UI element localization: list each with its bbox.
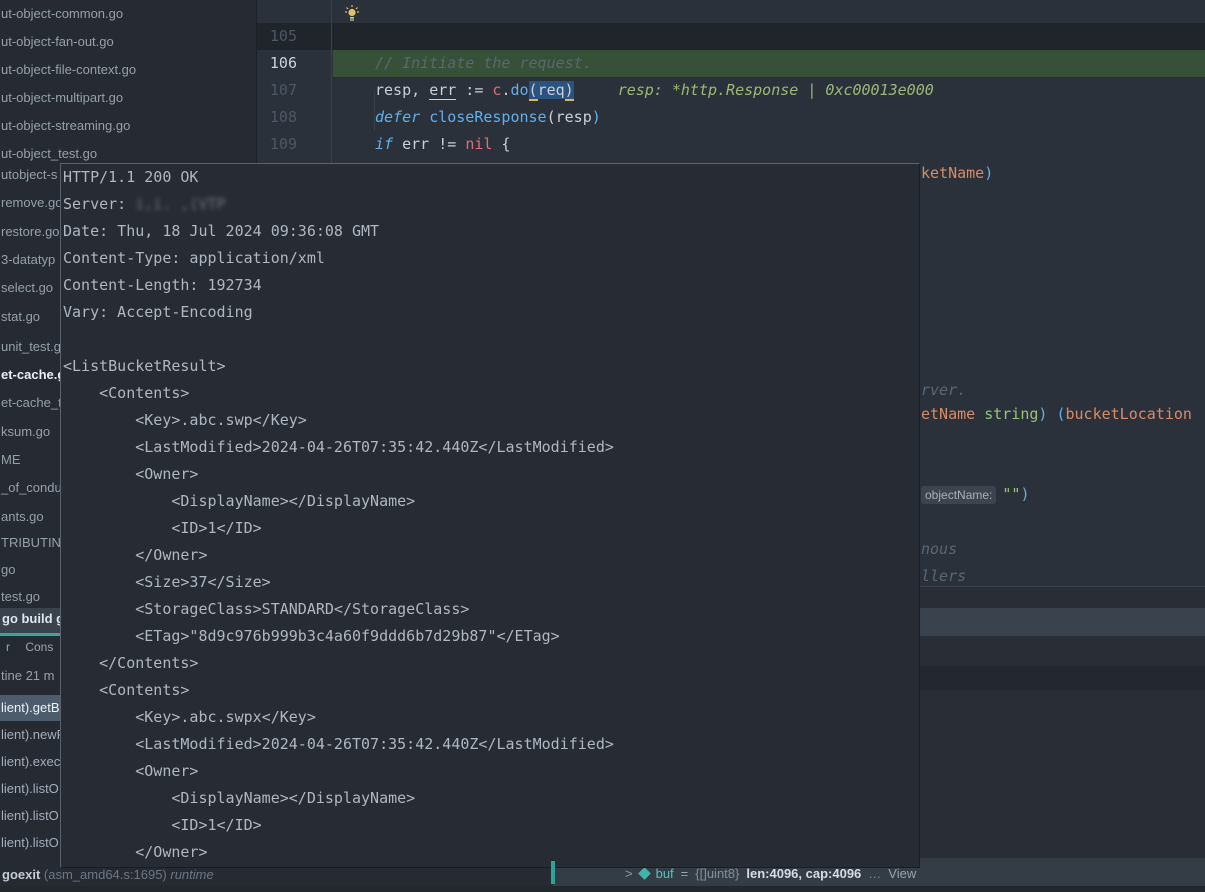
xml-line: <ETag>"8d9c976b999b3c4a60f9ddd6b7d29b87"… [61,623,919,650]
tree-item[interactable]: ants.go [1,509,44,527]
tree-item[interactable]: test.go [1,589,40,607]
focus-caret-bar [551,861,555,884]
run-config-title: go build g [2,611,64,626]
variable-diamond-icon [638,867,651,880]
tab-debugger[interactable]: r [0,637,16,657]
xml-line: <Owner> [61,461,919,488]
stack-frame[interactable]: lient).listO [1,808,59,826]
code-line-105[interactable]: 105 // Initiate the request. [257,0,1205,23]
code-line-109[interactable]: 109 return "", err [257,104,1205,131]
bg-code-fragment: llers [921,563,966,590]
tree-item-selected[interactable]: et-cache.g [1,367,65,385]
http-header: Vary: Accept-Encoding [61,299,919,326]
ide-window: ut-object-common.go ut-object-fan-out.go… [0,0,1205,892]
bg-code-fragment: nous [921,536,957,563]
xml-line: <Contents> [61,677,919,704]
bg-code-fragment: etName string) (bucketLocation [921,401,1192,428]
stack-frame[interactable]: lient).exec [1,754,60,772]
stack-frame[interactable]: lient).newR [1,727,66,745]
code-line-108[interactable]: 108 if err != nil { [257,77,1205,104]
bg-code-fragment: ketName) [921,160,993,187]
tree-item[interactable]: ut-object-streaming.go [1,118,130,136]
redacted-server-value: i,i. ,(VTP [135,195,225,213]
stack-frame[interactable]: lient).listO [1,835,59,853]
xml-line: </Owner> [61,542,919,569]
xml-line: <Key>.abc.swpx</Key> [61,704,919,731]
tree-item[interactable]: ut-object_test.go [1,146,97,164]
code-line-107[interactable]: 107 defer closeResponse(resp) [257,50,1205,77]
xml-line: <Contents> [61,380,919,407]
xml-line: <DisplayName></DisplayName> [61,488,919,515]
xml-line: </Contents> [61,650,919,677]
xml-line: <Size>37</Size> [61,569,919,596]
goroutine-selector[interactable]: tine 21 m [1,668,54,683]
xml-line: <Key>.abc.swp</Key> [61,407,919,434]
intention-bulb-icon[interactable] [344,5,360,22]
tree-item[interactable]: ut-object-fan-out.go [1,34,114,52]
tree-item[interactable]: go [1,562,15,580]
http-status-line: HTTP/1.1 200 OK [61,164,919,191]
tree-item[interactable]: ut-object-file-context.go [1,62,136,80]
bg-code-fragment: objectName:"") [921,481,1029,508]
tree-item[interactable]: ME [1,452,21,470]
xml-line: <ID>1</ID> [61,812,919,839]
xml-line: <LastModified>2024-04-26T07:35:42.440Z</… [61,731,919,758]
view-text-popup[interactable]: HTTP/1.1 200 OK Server: i,i. ,(VTP Date:… [60,163,920,868]
tree-item[interactable]: ut-object-common.go [1,6,123,24]
status-bar [0,886,1205,892]
xml-line: <ID>1</ID> [61,515,919,542]
code-line-110[interactable]: 110 } [257,131,1205,158]
xml-line: <Owner> [61,758,919,785]
blank-line [61,326,919,353]
xml-line: <StorageClass>STANDARD</StorageClass> [61,596,919,623]
xml-line: <LastModified>2024-04-26T07:35:42.440Z</… [61,434,919,461]
tree-item[interactable]: remove.go [1,195,62,213]
tree-item[interactable]: et-cache_t [1,395,62,413]
http-header: Content-Type: application/xml [61,245,919,272]
tree-item[interactable]: unit_test.go [1,339,68,357]
xml-line: <ListBucketResult> [61,353,919,380]
http-header-server: Server: i,i. ,(VTP [61,191,919,218]
http-header: Date: Thu, 18 Jul 2024 09:36:08 GMT [61,218,919,245]
http-header: Content-Length: 192734 [61,272,919,299]
tree-item[interactable]: utobject-s [1,167,57,185]
tree-item[interactable]: _of_condu [1,480,62,498]
stack-frame[interactable]: lient).listO [1,781,59,799]
xml-line: <DisplayName></DisplayName> [61,785,919,812]
tree-item[interactable]: select.go [1,280,53,298]
parameter-hint-chip: objectName: [921,486,996,504]
code-line-106[interactable]: 106 resp, err := c.do(req)resp: *http.Re… [257,23,1205,50]
tree-item[interactable]: 3-datatyp [1,252,55,270]
tree-item[interactable]: ksum.go [1,424,50,442]
bg-code-fragment: rver. [921,377,966,404]
xml-line: </Owner> [61,839,919,866]
tab-console[interactable]: Cons [19,637,59,657]
tree-item[interactable]: ut-object-multipart.go [1,90,123,108]
tree-item[interactable]: restore.go [1,224,60,242]
stack-frame[interactable]: lient).getB [1,700,60,718]
tree-item[interactable]: stat.go [1,309,40,327]
debug-tabs: r Cons [0,637,59,661]
